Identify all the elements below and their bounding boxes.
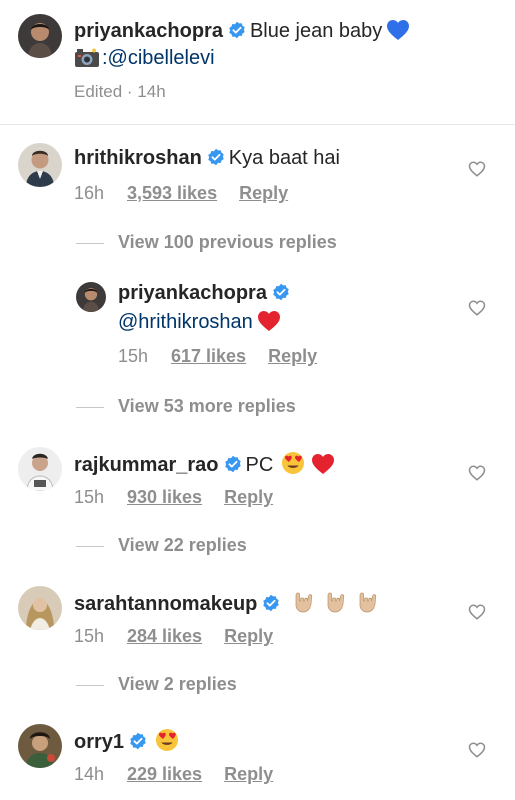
comment-username[interactable]: rajkummar_rao	[74, 454, 219, 476]
comment-text-line: priyankachopra	[118, 282, 294, 305]
view-replies-button[interactable]: View 100 previous replies	[76, 232, 337, 253]
camera-icon	[74, 48, 100, 68]
post-caption: priyankachopra Blue jean baby :@cibellele…	[0, 0, 515, 125]
comment-time: 15h	[74, 626, 105, 646]
caption-mention[interactable]: :@cibellelevi	[102, 47, 215, 69]
like-heart-icon[interactable]	[468, 603, 486, 621]
caption-credit-line: :@cibellelevi	[74, 47, 215, 70]
verified-badge-icon	[272, 283, 290, 301]
comment-likes-link[interactable]: 284 likes	[127, 626, 202, 647]
avatar[interactable]	[18, 143, 62, 187]
red-heart-icon	[311, 453, 335, 475]
view-replies-label: View 22 replies	[118, 535, 247, 555]
heart-eyes-emoji-icon	[155, 728, 179, 752]
reply-button[interactable]: Reply	[268, 346, 317, 367]
like-heart-icon[interactable]	[468, 299, 486, 317]
comment-text: PC	[245, 454, 274, 476]
caption-line: priyankachopra Blue jean baby	[74, 19, 410, 43]
comment-meta: 15h 617 likes Reply	[118, 346, 317, 367]
comment-username[interactable]: hrithikroshan	[74, 147, 202, 169]
red-heart-icon	[257, 310, 281, 332]
comment-mention[interactable]: @hrithikroshan	[118, 311, 253, 333]
divider-line	[76, 406, 104, 408]
comment-likes-link[interactable]: 3,593 likes	[127, 183, 217, 204]
comment-time: 15h	[118, 346, 149, 366]
comments-screen: priyankachopra Blue jean baby :@cibellele…	[0, 0, 515, 800]
avatar[interactable]	[18, 724, 62, 768]
blue-heart-icon	[386, 19, 410, 41]
view-replies-button[interactable]: View 2 replies	[76, 674, 237, 695]
comment-username[interactable]: sarahtannomakeup	[74, 593, 257, 615]
rock-on-hand-icon	[324, 590, 348, 614]
reply-button[interactable]: Reply	[239, 183, 288, 204]
avatar[interactable]	[18, 447, 62, 491]
comment-likes-link[interactable]: 229 likes	[127, 764, 202, 785]
verified-badge-icon	[228, 21, 246, 39]
comment-text-line: orry1	[74, 728, 179, 754]
comment-username[interactable]: orry1	[74, 731, 124, 753]
like-heart-icon[interactable]	[468, 741, 486, 759]
comment-meta: 15h 284 likes Reply	[74, 626, 273, 647]
comment-text: Kya baat hai	[228, 147, 340, 169]
comment-likes-link[interactable]: 617 likes	[171, 346, 246, 367]
reply-button[interactable]: Reply	[224, 626, 273, 647]
view-replies-label: View 100 previous replies	[118, 232, 337, 252]
avatar[interactable]	[18, 586, 62, 630]
view-replies-button[interactable]: View 22 replies	[76, 535, 247, 556]
comment-time: 16h	[74, 183, 105, 203]
caption-text: Blue jean baby	[249, 20, 383, 42]
heart-eyes-emoji-icon	[281, 451, 305, 475]
view-replies-button[interactable]: View 53 more replies	[76, 396, 296, 417]
comment-text-line: sarahtannomakeup	[74, 590, 380, 616]
avatar[interactable]	[76, 282, 106, 312]
comment-likes-link[interactable]: 930 likes	[127, 487, 202, 508]
comment-username[interactable]: priyankachopra	[118, 282, 267, 304]
divider-line	[76, 545, 104, 547]
reply-button[interactable]: Reply	[224, 487, 273, 508]
verified-badge-icon	[224, 455, 242, 473]
rock-on-hand-icon	[292, 590, 316, 614]
caption-meta: Edited · 14h	[74, 82, 166, 101]
divider-line	[76, 684, 104, 686]
comment-text-line: @hrithikroshan	[118, 310, 281, 334]
view-replies-label: View 2 replies	[118, 674, 237, 694]
caption-username[interactable]: priyankachopra	[74, 20, 223, 42]
comment-time: 14h	[74, 764, 105, 784]
divider-line	[76, 242, 104, 244]
view-replies-label: View 53 more replies	[118, 396, 296, 416]
like-heart-icon[interactable]	[468, 160, 486, 178]
comment-meta: 14h 229 likes Reply	[74, 764, 273, 785]
reply-button[interactable]: Reply	[224, 764, 273, 785]
comment-text-line: hrithikroshan Kya baat hai	[74, 147, 340, 170]
comment-text-line: rajkummar_rao PC	[74, 451, 335, 477]
avatar[interactable]	[18, 14, 62, 58]
comment-meta: 15h 930 likes Reply	[74, 487, 273, 508]
verified-badge-icon	[262, 594, 280, 612]
verified-badge-icon	[207, 148, 225, 166]
comment-time: 15h	[74, 487, 105, 507]
rock-on-hand-icon	[356, 590, 380, 614]
comment-meta: 16h 3,593 likes Reply	[74, 183, 288, 204]
like-heart-icon[interactable]	[468, 464, 486, 482]
verified-badge-icon	[129, 732, 147, 750]
